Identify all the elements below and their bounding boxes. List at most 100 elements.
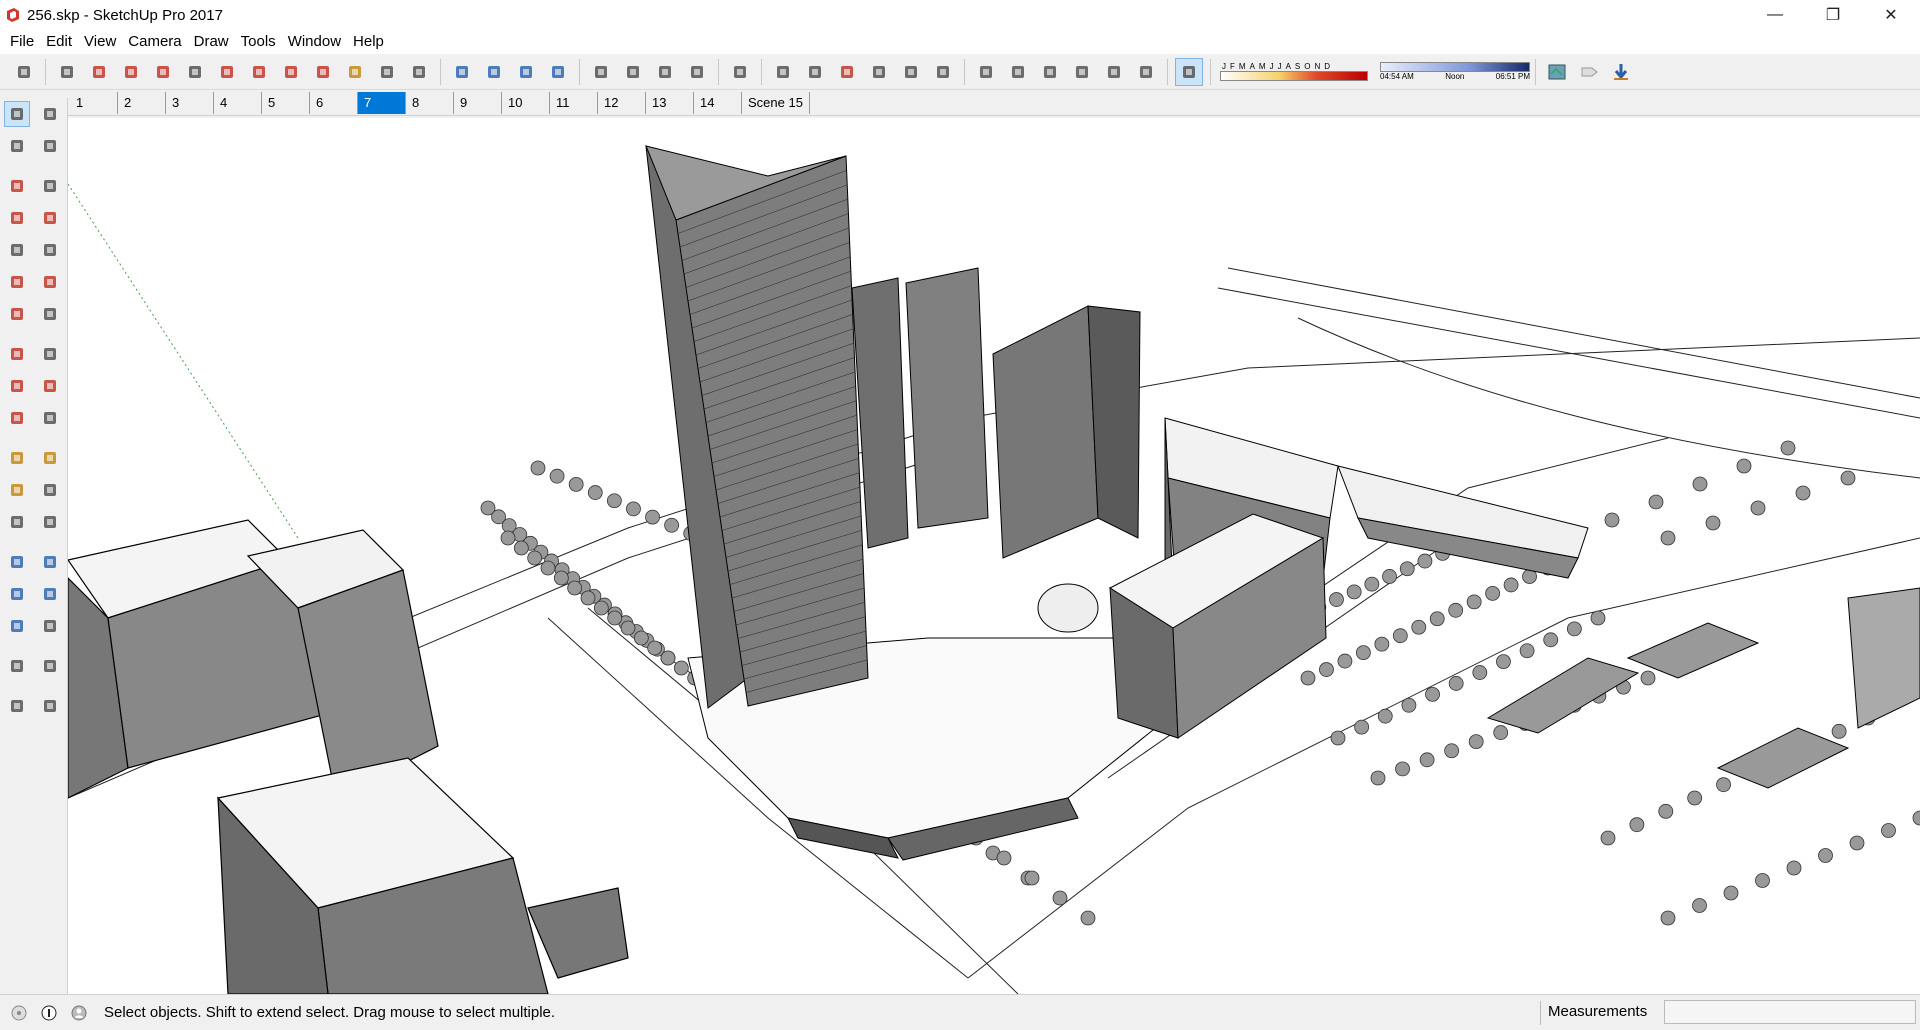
- zoom-window-icon[interactable]: [37, 581, 63, 607]
- select-icon[interactable]: [3, 101, 30, 127]
- scene-tab[interactable]: 1: [70, 91, 118, 114]
- zoom-extents-icon[interactable]: [4, 613, 30, 639]
- three-point-arc-icon[interactable]: [4, 301, 30, 327]
- arc-icon[interactable]: [117, 58, 145, 86]
- axes-icon[interactable]: [4, 509, 30, 535]
- text-icon[interactable]: [37, 477, 63, 503]
- front-view-icon[interactable]: [1036, 58, 1064, 86]
- credits-icon[interactable]: [38, 1002, 60, 1024]
- right-view-icon[interactable]: [1068, 58, 1096, 86]
- menu-camera[interactable]: Camera: [122, 30, 187, 54]
- menu-window[interactable]: Window: [282, 30, 347, 54]
- scale-icon[interactable]: [4, 405, 30, 431]
- shaded-icon[interactable]: [865, 58, 893, 86]
- section-plane-icon[interactable]: [37, 693, 63, 719]
- arc-icon[interactable]: [4, 269, 30, 295]
- scene-tab[interactable]: 7: [358, 91, 406, 114]
- push-pull-icon[interactable]: [37, 341, 63, 367]
- zoom-extents-icon[interactable]: [544, 58, 572, 86]
- scene-tab[interactable]: 3: [166, 91, 214, 114]
- eraser-icon[interactable]: [53, 58, 81, 86]
- menu-edit[interactable]: Edit: [40, 30, 78, 54]
- import-icon[interactable]: [1607, 58, 1635, 86]
- tag-icon[interactable]: [1575, 58, 1603, 86]
- measurements-input[interactable]: [1664, 1000, 1916, 1024]
- rectangle-icon[interactable]: [4, 205, 30, 231]
- eraser-icon[interactable]: [37, 133, 63, 159]
- protractor-icon[interactable]: [4, 477, 30, 503]
- text-icon[interactable]: [373, 58, 401, 86]
- orbit-icon[interactable]: [4, 549, 30, 575]
- freehand-icon[interactable]: [37, 173, 63, 199]
- two-point-arc-icon[interactable]: [37, 269, 63, 295]
- rectangle-icon[interactable]: [149, 58, 177, 86]
- previous-view-icon[interactable]: [37, 613, 63, 639]
- pan-icon[interactable]: [480, 58, 508, 86]
- top-view-icon[interactable]: [1004, 58, 1032, 86]
- scene-tab[interactable]: 10: [502, 91, 550, 114]
- scene-tab[interactable]: 5: [262, 91, 310, 114]
- scene-tab[interactable]: 6: [310, 91, 358, 114]
- close-button[interactable]: ✕: [1862, 0, 1920, 30]
- menu-draw[interactable]: Draw: [188, 30, 235, 54]
- wireframe-icon[interactable]: [801, 58, 829, 86]
- extension-warehouse-icon[interactable]: [619, 58, 647, 86]
- line-icon[interactable]: [85, 58, 113, 86]
- hidden-line-icon[interactable]: [833, 58, 861, 86]
- restore-button[interactable]: ❐: [1804, 0, 1862, 30]
- scene-tab[interactable]: 11: [550, 91, 598, 114]
- pan-icon[interactable]: [37, 549, 63, 575]
- back-edges-icon[interactable]: [769, 58, 797, 86]
- xray-icon[interactable]: [726, 58, 754, 86]
- menu-view[interactable]: View: [78, 30, 122, 54]
- shadow-time-slider[interactable]: 04:54 AM Noon 06:51 PM: [1380, 57, 1530, 87]
- back-view-icon[interactable]: [1100, 58, 1128, 86]
- rotated-rectangle-icon[interactable]: [37, 205, 63, 231]
- shaded-textures-icon[interactable]: [897, 58, 925, 86]
- shadows-icon[interactable]: [1175, 57, 1203, 86]
- tape-measure-icon[interactable]: [341, 58, 369, 86]
- ruby-icon[interactable]: [683, 58, 711, 86]
- iso-icon[interactable]: [972, 58, 1000, 86]
- zoom-icon[interactable]: [512, 58, 540, 86]
- zoom-icon[interactable]: [4, 581, 30, 607]
- user-account-icon[interactable]: [68, 1002, 90, 1024]
- menu-file[interactable]: File: [4, 30, 40, 54]
- pie-icon[interactable]: [37, 301, 63, 327]
- 3d-text-icon[interactable]: [37, 509, 63, 535]
- orbit-icon[interactable]: [448, 58, 476, 86]
- move-icon[interactable]: [245, 58, 273, 86]
- paint-bucket-icon[interactable]: [4, 133, 30, 159]
- walk-icon[interactable]: [4, 693, 30, 719]
- monochrome-icon[interactable]: [929, 58, 957, 86]
- scene-tab[interactable]: Scene 15: [742, 91, 810, 114]
- rotate-icon[interactable]: [277, 58, 305, 86]
- push-pull-icon[interactable]: [181, 58, 209, 86]
- circle-icon[interactable]: [4, 237, 30, 263]
- scene-tab[interactable]: 2: [118, 91, 166, 114]
- layout-icon[interactable]: [651, 58, 679, 86]
- dimension-icon[interactable]: [37, 445, 63, 471]
- paint-bucket-icon[interactable]: [405, 58, 433, 86]
- follow-me-icon[interactable]: [37, 373, 63, 399]
- select-icon[interactable]: [10, 58, 38, 86]
- minimize-button[interactable]: —: [1746, 0, 1804, 30]
- polygon-icon[interactable]: [37, 237, 63, 263]
- menu-tools[interactable]: Tools: [235, 30, 282, 54]
- scene-tab[interactable]: 8: [406, 91, 454, 114]
- rotate-icon[interactable]: [4, 373, 30, 399]
- component-icon[interactable]: [37, 101, 63, 127]
- position-camera-icon[interactable]: [4, 653, 30, 679]
- look-around-icon[interactable]: [37, 653, 63, 679]
- left-view-icon[interactable]: [1132, 58, 1160, 86]
- scene-tab[interactable]: 12: [598, 91, 646, 114]
- scene-tab[interactable]: 14: [694, 91, 742, 114]
- scene-tab[interactable]: 13: [646, 91, 694, 114]
- offset-icon[interactable]: [37, 405, 63, 431]
- warehouse-icon[interactable]: [587, 58, 615, 86]
- tape-measure-icon[interactable]: [4, 445, 30, 471]
- geolocation-icon[interactable]: [8, 1002, 30, 1024]
- scene-tab[interactable]: 4: [214, 91, 262, 114]
- pencil-icon[interactable]: [4, 173, 30, 199]
- menu-help[interactable]: Help: [347, 30, 390, 54]
